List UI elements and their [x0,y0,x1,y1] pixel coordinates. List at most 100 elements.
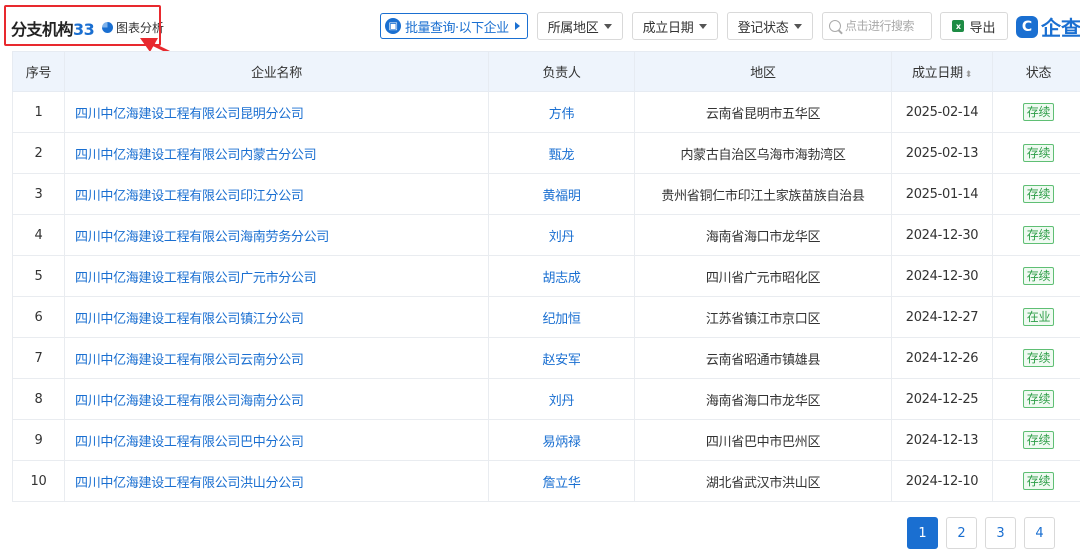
reg-status-filter-label: 登记状态 [737,20,789,36]
batch-query-button[interactable]: ▣ 批量查询·以下企业 [380,13,528,39]
status-badge: 存续 [1022,226,1055,244]
row-number: 3 [12,173,65,215]
founded-date-cell: 2025-02-14 [891,91,993,133]
column-header-region: 地区 [634,51,892,92]
founded-date-header-label: 成立日期 [911,66,963,81]
row-number: 6 [12,296,65,338]
row-number: 8 [12,378,65,420]
status-badge: 在业 [1022,308,1055,326]
region-cell: 内蒙古自治区乌海市海勃湾区 [634,132,892,174]
founded-date-cell: 2024-12-27 [891,296,993,338]
page-button-2[interactable]: 2 [946,517,977,549]
status-badge: 存续 [1022,144,1055,162]
search-box[interactable] [822,12,932,40]
region-cell: 云南省昆明市五华区 [634,91,892,133]
region-cell: 江苏省镇江市京口区 [634,296,892,338]
page-button-1[interactable]: 1 [907,517,938,549]
company-name-link[interactable]: 四川中亿海建设工程有限公司镇江分公司 [64,296,489,338]
person-in-charge-link[interactable]: 刘丹 [488,214,635,256]
region-filter-label: 所属地区 [547,20,599,36]
region-cell: 海南省海口市龙华区 [634,214,892,256]
region-cell: 湖北省武汉市洪山区 [634,460,892,502]
company-name-link[interactable]: 四川中亿海建设工程有限公司内蒙古分公司 [64,132,489,174]
region-cell: 四川省巴中市巴州区 [634,419,892,461]
row-number: 7 [12,337,65,379]
table-row: 7 四川中亿海建设工程有限公司云南分公司 赵安军 云南省昭通市镇雄县 2024-12-2… [12,337,1080,379]
table-row: 6 四川中亿海建设工程有限公司镇江分公司 纪加恒 江苏省镇江市京口区 2024-12-2… [12,296,1080,338]
search-input[interactable] [845,19,929,33]
toolbar: 分支机构33 图表分析 ▣ 批量查询·以下企业 所属地区 成立日期 登记状态 x… [0,0,1080,76]
person-in-charge-link[interactable]: 黄福明 [488,173,635,215]
status-cell: 存续 [992,132,1080,174]
table-row: 1 四川中亿海建设工程有限公司昆明分公司 方伟 云南省昆明市五华区 2025-02-14… [12,91,1080,133]
person-in-charge-link[interactable]: 纪加恒 [488,296,635,338]
export-label: 导出 [969,20,996,36]
row-number: 5 [12,255,65,297]
company-name-link[interactable]: 四川中亿海建设工程有限公司云南分公司 [64,337,489,379]
founded-date-cell: 2024-12-25 [891,378,993,420]
status-badge: 存续 [1022,431,1055,449]
table-header-row: 序号 企业名称 负责人 地区 成立日期 ⬍ 状态 [12,51,1080,92]
column-header-founded-date[interactable]: 成立日期 ⬍ [891,51,993,92]
person-in-charge-link[interactable]: 甄龙 [488,132,635,174]
column-header-status: 状态 [992,51,1080,92]
company-name-link[interactable]: 四川中亿海建设工程有限公司巴中分公司 [64,419,489,461]
table-row: 9 四川中亿海建设工程有限公司巴中分公司 易炳禄 四川省巴中市巴州区 2024-12-1… [12,419,1080,461]
status-badge: 存续 [1022,390,1055,408]
row-number: 9 [12,419,65,461]
batch-query-icon: ▣ [385,18,401,34]
branches-table: 序号 企业名称 负责人 地区 成立日期 ⬍ 状态 1 四川中亿海建设工程有限公司昆明… [12,51,1080,502]
pagination: 1 2 3 4 [907,517,1055,549]
person-in-charge-link[interactable]: 刘丹 [488,378,635,420]
row-number: 10 [12,460,65,502]
founded-date-cell: 2025-02-13 [891,132,993,174]
company-name-link[interactable]: 四川中亿海建设工程有限公司昆明分公司 [64,91,489,133]
person-in-charge-link[interactable]: 胡志成 [488,255,635,297]
excel-icon: x [952,20,965,32]
status-cell: 存续 [992,173,1080,215]
table-row: 4 四川中亿海建设工程有限公司海南劳务分公司 刘丹 海南省海口市龙华区 2024-12-… [12,214,1080,256]
status-cell: 存续 [992,214,1080,256]
brand-logo[interactable]: C 企查 [1016,12,1080,41]
status-badge: 存续 [1022,349,1055,367]
page-button-3[interactable]: 3 [985,517,1016,549]
table-row: 8 四川中亿海建设工程有限公司海南分公司 刘丹 海南省海口市龙华区 2024-12-25… [12,378,1080,420]
region-cell: 海南省海口市龙华区 [634,378,892,420]
status-cell: 存续 [992,378,1080,420]
export-button[interactable]: x 导出 [940,12,1008,40]
person-in-charge-link[interactable]: 赵安军 [488,337,635,379]
founded-date-cell: 2025-01-14 [891,173,993,215]
person-in-charge-link[interactable]: 方伟 [488,91,635,133]
status-cell: 存续 [992,460,1080,502]
founded-date-cell: 2024-12-26 [891,337,993,379]
reg-status-filter-dropdown[interactable]: 登记状态 [727,12,813,40]
table-row: 10 四川中亿海建设工程有限公司洪山分公司 詹立华 湖北省武汉市洪山区 2024-12-… [12,460,1080,502]
brand-logo-icon: C [1016,15,1038,38]
founded-date-cell: 2024-12-13 [891,419,993,461]
status-cell: 在业 [992,296,1080,338]
person-in-charge-link[interactable]: 詹立华 [488,460,635,502]
chevron-down-icon [604,23,613,29]
founded-date-cell: 2024-12-30 [891,255,993,297]
company-name-link[interactable]: 四川中亿海建设工程有限公司海南劳务分公司 [64,214,489,256]
company-name-link[interactable]: 四川中亿海建设工程有限公司广元市分公司 [64,255,489,297]
table-row: 2 四川中亿海建设工程有限公司内蒙古分公司 甄龙 内蒙古自治区乌海市海勃湾区 2025-… [12,132,1080,174]
brand-name: 企查 [1041,16,1080,40]
status-badge: 存续 [1022,267,1055,285]
status-cell: 存续 [992,91,1080,133]
region-cell: 四川省广元市昭化区 [634,255,892,297]
column-header-person: 负责人 [488,51,635,92]
sort-icon[interactable]: ⬍ [965,70,973,80]
company-name-link[interactable]: 四川中亿海建设工程有限公司印江分公司 [64,173,489,215]
region-cell: 贵州省铜仁市印江土家族苗族自治县 [634,173,892,215]
founded-date-filter-label: 成立日期 [642,20,694,36]
status-cell: 存续 [992,419,1080,461]
person-in-charge-link[interactable]: 易炳禄 [488,419,635,461]
company-name-link[interactable]: 四川中亿海建设工程有限公司海南分公司 [64,378,489,420]
company-name-link[interactable]: 四川中亿海建设工程有限公司洪山分公司 [64,460,489,502]
row-number: 4 [12,214,65,256]
founded-date-filter-dropdown[interactable]: 成立日期 [632,12,718,40]
region-filter-dropdown[interactable]: 所属地区 [537,12,623,40]
table-row: 5 四川中亿海建设工程有限公司广元市分公司 胡志成 四川省广元市昭化区 2024-12-… [12,255,1080,297]
page-button-4[interactable]: 4 [1024,517,1055,549]
